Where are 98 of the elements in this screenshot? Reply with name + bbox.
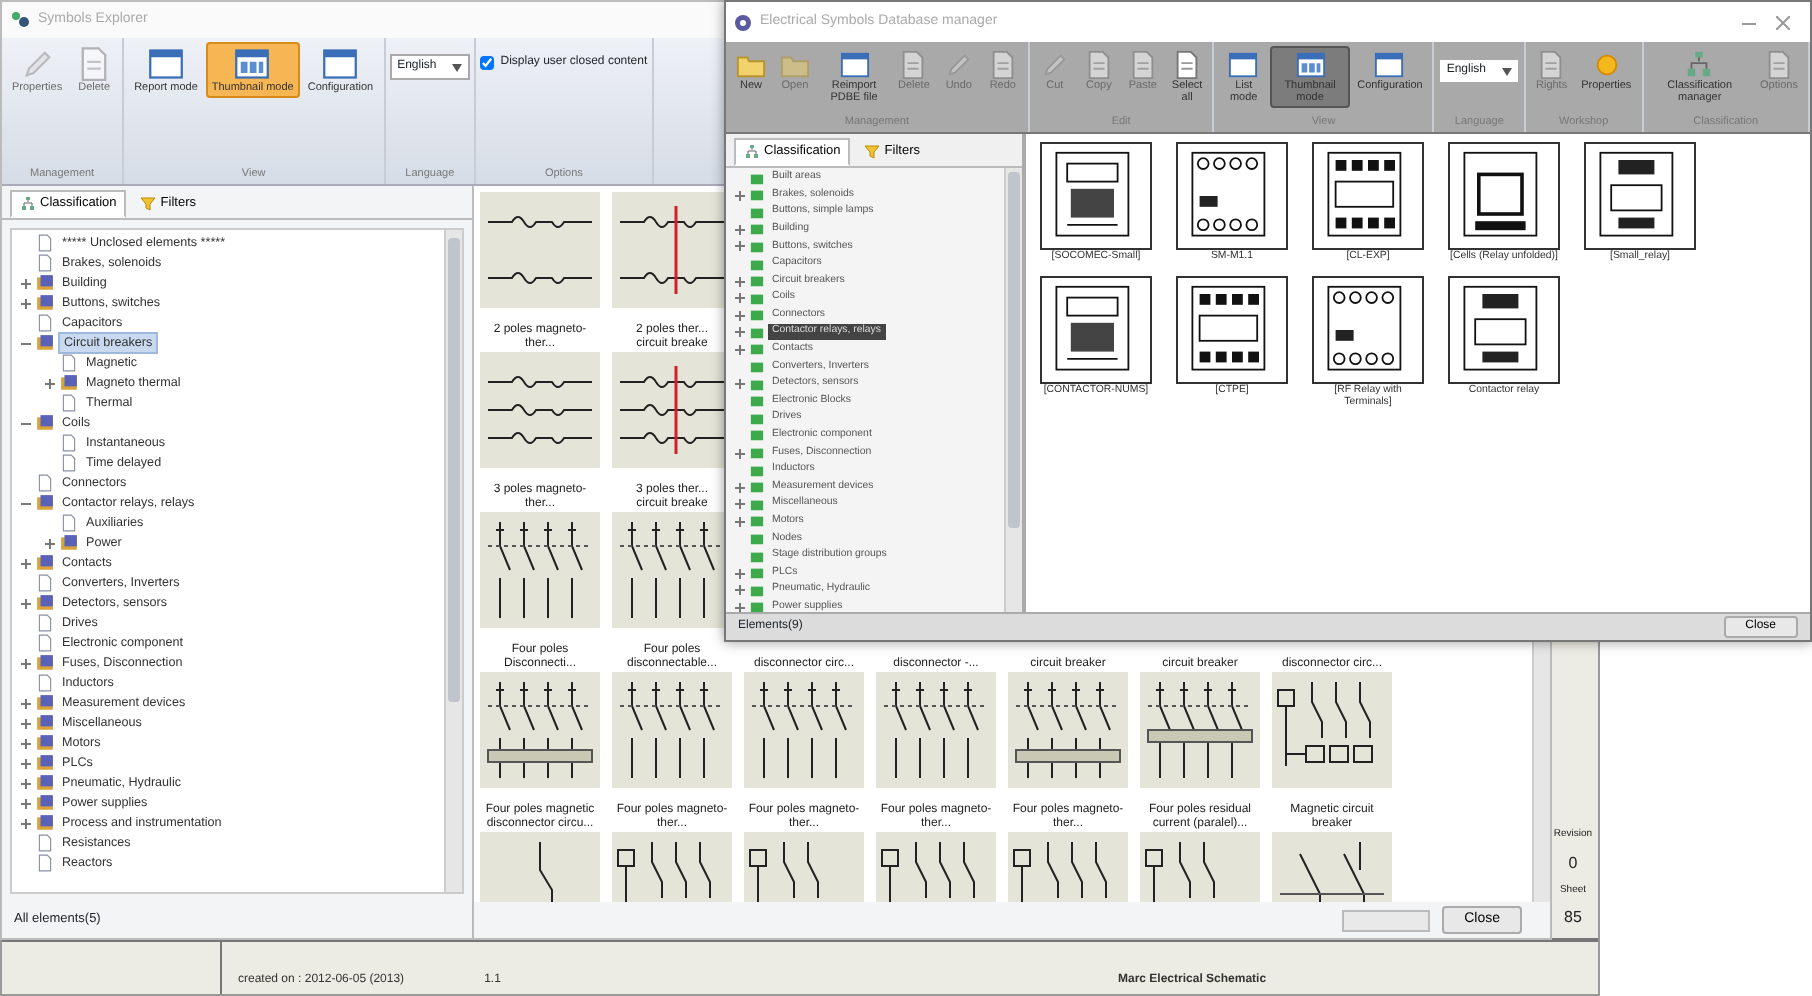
document-icon	[60, 394, 78, 413]
folder-icon	[36, 414, 54, 433]
expand-icon[interactable]	[20, 817, 32, 830]
caret-icon	[452, 63, 463, 71]
expand-icon[interactable]	[734, 292, 746, 305]
sun-icon	[1591, 50, 1622, 80]
grid-window-icon	[1295, 50, 1326, 80]
symbol-thumbnail	[1008, 672, 1128, 788]
hierarchy-icon	[1684, 50, 1715, 80]
symbol-thumbnail	[1140, 672, 1260, 788]
document-icon	[1083, 50, 1114, 80]
symbol-thumbnail	[1176, 142, 1288, 250]
expand-icon[interactable]	[734, 309, 746, 322]
document-icon	[987, 50, 1018, 80]
expand-icon[interactable]	[44, 537, 56, 550]
symbol-thumbnail	[480, 512, 600, 628]
expand-icon[interactable]	[20, 737, 32, 750]
document-icon	[36, 574, 54, 593]
symbol-thumbnail	[1448, 275, 1560, 384]
expand-icon[interactable]	[20, 557, 32, 570]
funnel-icon	[140, 195, 157, 212]
symbol-thumbnail	[480, 672, 600, 788]
expand-icon[interactable]	[734, 567, 746, 580]
grid-window-icon	[234, 46, 271, 82]
slider-field[interactable]	[1342, 909, 1431, 931]
document-icon	[1172, 50, 1203, 80]
expand-icon[interactable]	[734, 343, 746, 356]
collapse-icon[interactable]	[20, 497, 32, 510]
pencil-icon	[943, 50, 974, 80]
expand-icon[interactable]	[734, 447, 746, 460]
symbol-thumbnail	[1272, 672, 1392, 788]
symbol-thumbnail	[876, 672, 996, 788]
symbol-thumbnail	[1176, 275, 1288, 384]
app-icon	[734, 13, 752, 31]
expand-icon[interactable]	[734, 481, 746, 494]
expand-icon[interactable]	[20, 717, 32, 730]
scrollbar[interactable]	[444, 229, 462, 892]
symbol-thumbnail	[744, 672, 864, 788]
collapse-icon[interactable]	[20, 337, 32, 350]
hierarchy-icon	[20, 195, 36, 212]
folder-icon	[36, 594, 54, 613]
symbol-thumbnail	[480, 192, 600, 308]
funnel-icon	[864, 143, 881, 160]
expand-icon[interactable]	[734, 584, 746, 597]
symbol-thumbnail	[1312, 142, 1424, 250]
expand-icon[interactable]	[734, 223, 746, 236]
expand-icon[interactable]	[734, 601, 746, 612]
pencil-icon	[1039, 50, 1070, 80]
expand-icon[interactable]	[734, 498, 746, 511]
window-icon	[322, 46, 359, 82]
expand-icon[interactable]	[20, 657, 32, 670]
document-icon	[1127, 50, 1158, 80]
checkbox[interactable]	[480, 56, 495, 70]
document-icon	[60, 514, 78, 533]
expand-icon[interactable]	[20, 777, 32, 790]
symbol-thumbnail	[1584, 142, 1696, 250]
app-icon	[10, 10, 30, 30]
expand-icon[interactable]	[734, 189, 746, 202]
expand-icon[interactable]	[20, 297, 32, 310]
expand-icon[interactable]	[44, 377, 56, 390]
window-icon	[147, 46, 184, 82]
window-icon	[1228, 50, 1259, 80]
close-icon[interactable]	[1776, 15, 1790, 29]
expand-icon[interactable]	[20, 697, 32, 710]
expand-icon[interactable]	[20, 797, 32, 810]
expand-icon[interactable]	[734, 275, 746, 288]
symbol-thumbnail	[1040, 275, 1152, 384]
expand-icon[interactable]	[20, 277, 32, 290]
symbol-thumbnail	[1040, 142, 1152, 250]
symbol-thumbnail	[480, 352, 600, 468]
document-icon	[1536, 50, 1567, 80]
expand-icon[interactable]	[734, 240, 746, 253]
document-icon	[1764, 50, 1795, 80]
expand-icon[interactable]	[734, 378, 746, 391]
sheet-number: 85	[1564, 906, 1582, 930]
document-icon	[60, 354, 78, 373]
folder-icon	[36, 334, 54, 353]
window-icon	[1374, 50, 1405, 80]
hierarchy-icon	[744, 143, 760, 160]
document-icon	[898, 50, 929, 80]
revision-number: 0	[1568, 851, 1578, 875]
expand-icon[interactable]	[20, 597, 32, 610]
folder-icon	[36, 654, 54, 673]
expand-icon[interactable]	[734, 515, 746, 528]
folder-icon	[36, 494, 54, 513]
expand-icon[interactable]	[20, 757, 32, 770]
folder-icon	[60, 374, 78, 393]
symbol-thumbnail	[612, 672, 732, 788]
pencil-icon	[19, 46, 56, 82]
expand-icon[interactable]	[734, 326, 746, 339]
symbol-thumbnail	[1448, 142, 1560, 250]
collapse-icon[interactable]	[20, 417, 32, 430]
caret-icon	[1502, 67, 1512, 75]
window-icon	[839, 50, 869, 80]
document-icon	[36, 674, 54, 693]
symbol-thumbnail	[1312, 275, 1424, 384]
scrollbar[interactable]	[1004, 167, 1022, 612]
document-icon	[36, 314, 54, 333]
